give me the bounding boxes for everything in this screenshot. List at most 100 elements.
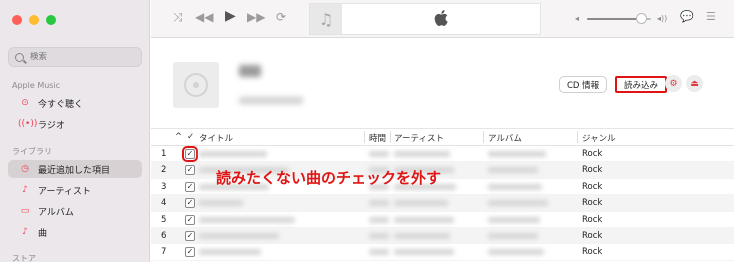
radio-waves-icon: ((•)) (18, 119, 38, 129)
track-album-blurred (488, 167, 538, 174)
track-number: 4 (161, 198, 167, 209)
volume-low-icon: ◂ (575, 14, 580, 23)
sidebar-item-radio[interactable]: ((•)) ラジオ (8, 115, 142, 133)
track-artist-blurred (394, 216, 454, 223)
track-title-blurred (199, 151, 267, 157)
next-track-icon[interactable]: ▶▶ (247, 10, 265, 24)
apple-logo-icon (434, 10, 448, 26)
section-label-store: ストア (12, 254, 36, 262)
album-column-header[interactable]: アルバム (488, 132, 522, 144)
instruction-annotation: 読みたくない曲のチェックを外す (216, 169, 442, 187)
sidebar-item-label: 曲 (38, 228, 48, 239)
track-genre: Rock (582, 165, 603, 176)
volume-fill (587, 18, 642, 20)
repeat-icon[interactable]: ⟳ (276, 10, 286, 24)
import-button[interactable]: 読み込み (615, 76, 668, 93)
table-row[interactable]: 5 ✓ Rock (151, 212, 734, 228)
track-album-blurred (488, 151, 546, 157)
sidebar-item-listen-now[interactable]: ⊙ 今すぐ聴く (8, 94, 142, 112)
track-album-blurred (488, 216, 540, 223)
disc-icon (184, 73, 208, 97)
search-icon (15, 52, 24, 62)
track-artist-blurred (394, 232, 450, 239)
track-artist-blurred (394, 249, 454, 256)
import-settings-icon[interactable]: ⚙ (665, 75, 682, 92)
track-number: 1 (161, 149, 167, 159)
search-field[interactable] (8, 47, 142, 67)
genre-column-header[interactable]: ジャンル (582, 132, 616, 144)
sidebar-item-label: 最近追加した項目 (38, 165, 111, 176)
microphone-icon: ♪ (22, 185, 28, 195)
track-number: 5 (161, 214, 167, 225)
cd-header: CD 情報 読み込み ⚙ ⏏ (151, 39, 734, 127)
track-checkbox[interactable]: ✓ (185, 181, 195, 192)
album-title-blurred (239, 65, 261, 77)
album-artist-blurred (239, 97, 303, 104)
track-number: 7 (161, 247, 167, 258)
sidebar-item-label: アーティスト (38, 186, 91, 197)
eject-icon[interactable]: ⏏ (686, 75, 703, 92)
column-divider (483, 131, 484, 143)
section-label-apple-music: Apple Music (12, 81, 61, 90)
previous-track-icon[interactable]: ◀◀ (195, 10, 213, 24)
sidebar-item-label: アルバム (38, 207, 74, 218)
track-genre: Rock (582, 247, 603, 258)
clock-icon: ◷ (21, 164, 29, 174)
track-artist-blurred (394, 151, 450, 157)
track-album-blurred (488, 249, 544, 256)
artist-column-header[interactable]: アーティスト (394, 132, 444, 144)
volume-knob[interactable] (636, 13, 648, 24)
track-checkbox[interactable]: ✓ (185, 230, 195, 241)
table-row[interactable]: 4 ✓ Rock (151, 195, 734, 212)
track-checkbox[interactable]: ✓ (185, 214, 195, 225)
sidebar: Apple Music ⊙ 今すぐ聴く ((•)) ラジオ ライブラリ ◷ 最近… (0, 0, 150, 262)
zoom-window-button[interactable] (46, 15, 56, 25)
sidebar-item-label: ラジオ (38, 120, 65, 131)
table-header: ^ ✓ タイトル 時間 アーティスト アルバム ジャンル (151, 128, 734, 146)
table-row[interactable]: 1 ✓ Rock (151, 146, 734, 163)
lyrics-icon[interactable]: 💬 (680, 10, 694, 23)
volume-high-icon: ◂)) (657, 14, 668, 23)
sidebar-item-songs[interactable]: ♪ 曲 (8, 223, 142, 241)
column-divider (364, 131, 365, 143)
column-divider (577, 131, 578, 143)
track-genre: Rock (582, 149, 603, 159)
track-checkbox[interactable]: ✓ (182, 146, 198, 162)
table-row[interactable]: 6 ✓ Rock (151, 227, 734, 245)
cd-info-button[interactable]: CD 情報 (559, 76, 608, 93)
track-time-blurred (369, 249, 389, 256)
search-input[interactable] (30, 52, 130, 62)
close-window-button[interactable] (12, 15, 22, 25)
list-icon[interactable]: ☰ (706, 10, 716, 23)
check-column-header[interactable]: ✓ (187, 132, 194, 142)
track-checkbox[interactable]: ✓ (185, 198, 195, 209)
volume-slider[interactable]: ◂ ◂)) (575, 13, 671, 25)
play-icon[interactable]: ▶ (225, 8, 236, 24)
track-genre: Rock (582, 198, 603, 209)
music-note-icon: ♫ (310, 4, 342, 34)
shuffle-icon[interactable]: ⤨ (173, 10, 183, 25)
now-playing-display: ♫ (309, 3, 541, 35)
sidebar-item-albums[interactable]: ▭ アルバム (8, 202, 142, 220)
sort-indicator-icon[interactable]: ^ (175, 132, 182, 142)
track-title-blurred (199, 200, 243, 207)
section-label-library: ライブラリ (12, 147, 52, 156)
table-row[interactable]: 7 ✓ Rock (151, 244, 734, 261)
track-genre: Rock (582, 230, 603, 241)
track-checkbox[interactable]: ✓ (185, 247, 195, 258)
track-album-blurred (488, 232, 538, 239)
sidebar-item-recently-added[interactable]: ◷ 最近追加した項目 (8, 160, 142, 178)
sidebar-item-artists[interactable]: ♪ アーティスト (8, 181, 142, 199)
track-checkbox[interactable]: ✓ (185, 165, 195, 176)
track-artist-blurred (394, 200, 448, 207)
title-column-header[interactable]: タイトル (199, 132, 233, 144)
track-number: 6 (161, 230, 167, 241)
track-album-blurred (488, 200, 548, 207)
minimize-window-button[interactable] (29, 15, 39, 25)
time-column-header[interactable]: 時間 (369, 132, 386, 144)
track-genre: Rock (582, 214, 603, 225)
cd-artwork (173, 62, 219, 108)
track-time-blurred (369, 200, 389, 207)
track-title-blurred (199, 232, 279, 239)
track-genre: Rock (582, 181, 603, 192)
